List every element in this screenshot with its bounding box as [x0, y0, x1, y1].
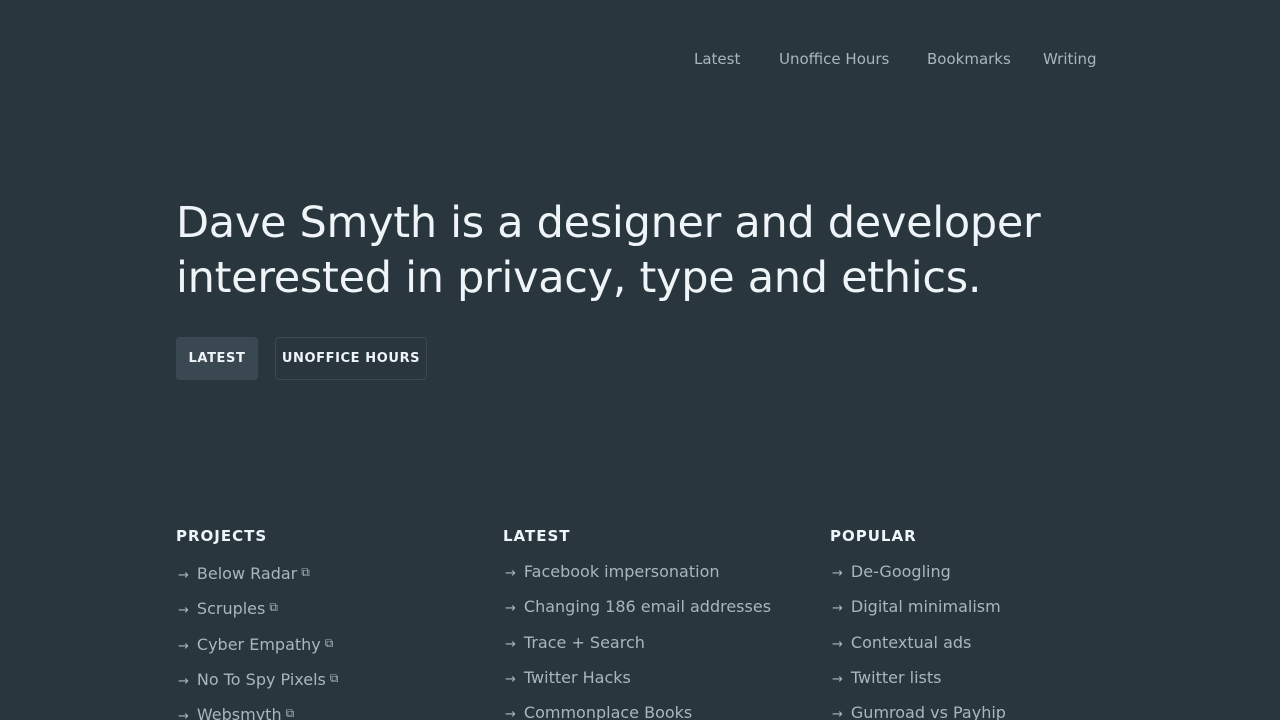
project-link-below-radar[interactable]: Below Radar — [197, 564, 297, 583]
right-arrow-icon: → — [832, 672, 843, 687]
list-item[interactable]: → Contextual ads — [832, 630, 971, 656]
latest-link-facebook-impersonation[interactable]: Facebook impersonation — [524, 562, 720, 581]
list-item[interactable]: → Twitter lists — [832, 665, 941, 691]
hero-line-2: interested in privacy, type and ethics. — [176, 253, 982, 303]
list-item[interactable]: → De-Googling — [832, 559, 951, 585]
right-arrow-icon: → — [178, 568, 189, 583]
right-arrow-icon: → — [505, 707, 516, 720]
latest-button[interactable]: LATEST — [176, 337, 258, 380]
nav-link-latest[interactable]: Latest — [694, 48, 740, 70]
popular-link-de-googling[interactable]: De-Googling — [851, 562, 951, 581]
popular-link-gumroad-vs-payhip[interactable]: Gumroad vs Payhip — [851, 703, 1006, 720]
hero-line-1: Dave Smyth is a designer and developer — [176, 198, 1041, 248]
right-arrow-icon: → — [178, 639, 189, 654]
nav-link-bookmarks[interactable]: Bookmarks — [927, 48, 1011, 70]
right-arrow-icon: → — [832, 566, 843, 581]
popular-link-contextual-ads[interactable]: Contextual ads — [851, 633, 971, 652]
nav-link-unoffice-hours[interactable]: Unoffice Hours — [779, 48, 889, 70]
external-link-icon: ⧉ — [329, 671, 339, 685]
list-item[interactable]: → Gumroad vs Payhip — [832, 700, 1006, 720]
latest-link-trace-search[interactable]: Trace + Search — [524, 633, 645, 652]
projects-heading: PROJECTS — [176, 527, 268, 545]
nav-link-writing[interactable]: Writing — [1043, 48, 1097, 70]
latest-column: LATEST → Facebook impersonation → Changing… — [503, 524, 823, 720]
list-item[interactable]: → Digital minimalism — [832, 594, 1001, 620]
right-arrow-icon: → — [505, 637, 516, 652]
right-arrow-icon: → — [832, 601, 843, 616]
project-link-scruples[interactable]: Scruples — [197, 599, 265, 618]
list-item[interactable]: → No To Spy Pixels ⧉ — [178, 665, 338, 691]
top-navigation: Latest Unoffice Hours Bookmarks Writing — [0, 48, 1280, 70]
popular-link-twitter-lists[interactable]: Twitter lists — [851, 668, 942, 687]
list-item[interactable]: → Facebook impersonation — [505, 559, 720, 585]
right-arrow-icon: → — [178, 709, 189, 720]
right-arrow-icon: → — [178, 674, 189, 689]
right-arrow-icon: → — [505, 601, 516, 616]
project-link-websmyth[interactable]: Websmyth — [197, 705, 282, 720]
list-item[interactable]: → Scruples ⧉ — [178, 594, 278, 620]
latest-link-commonplace-books[interactable]: Commonplace Books — [524, 703, 692, 720]
right-arrow-icon: → — [505, 566, 516, 581]
right-arrow-icon: → — [832, 707, 843, 720]
list-item[interactable]: → Trace + Search — [505, 630, 645, 656]
projects-column: PROJECTS → Below Radar ⧉ → Scruples ⧉ → Cyber… — [176, 524, 496, 720]
popular-link-digital-minimalism[interactable]: Digital minimalism — [851, 597, 1001, 616]
list-item[interactable]: → Changing 186 email addresses — [505, 594, 771, 620]
latest-button-label: LATEST — [188, 351, 246, 366]
unoffice-hours-button-label: UNOFFICE HOURS — [281, 351, 421, 366]
list-item[interactable]: → Commonplace Books — [505, 700, 692, 720]
latest-link-changing-emails[interactable]: Changing 186 email addresses — [524, 597, 771, 616]
page: Latest Unoffice Hours Bookmarks Writing … — [0, 0, 1280, 720]
popular-heading: POPULAR — [830, 527, 917, 545]
popular-column: POPULAR → De-Googling → Digital minimalism… — [830, 524, 1150, 720]
hero-heading: Dave Smyth is a designer and developer i… — [176, 196, 1056, 306]
latest-link-twitter-hacks[interactable]: Twitter Hacks — [524, 668, 631, 687]
external-link-icon: ⧉ — [301, 565, 310, 579]
latest-heading: LATEST — [503, 527, 571, 545]
external-link-icon: ⧉ — [285, 706, 295, 720]
project-link-no-to-spy-pixels[interactable]: No To Spy Pixels — [197, 670, 326, 689]
right-arrow-icon: → — [832, 637, 843, 652]
project-link-cyber-empathy[interactable]: Cyber Empathy — [197, 635, 321, 654]
list-item[interactable]: → Below Radar ⧉ — [178, 559, 310, 585]
unoffice-hours-button[interactable]: UNOFFICE HOURS — [275, 337, 427, 380]
list-item[interactable]: → Twitter Hacks — [505, 665, 631, 691]
list-item[interactable]: → Cyber Empathy ⧉ — [178, 630, 333, 656]
external-link-icon: ⧉ — [269, 600, 278, 614]
right-arrow-icon: → — [505, 672, 516, 687]
right-arrow-icon: → — [178, 603, 189, 618]
external-link-icon: ⧉ — [324, 636, 334, 650]
list-item[interactable]: → Websmyth ⧉ — [178, 700, 294, 720]
